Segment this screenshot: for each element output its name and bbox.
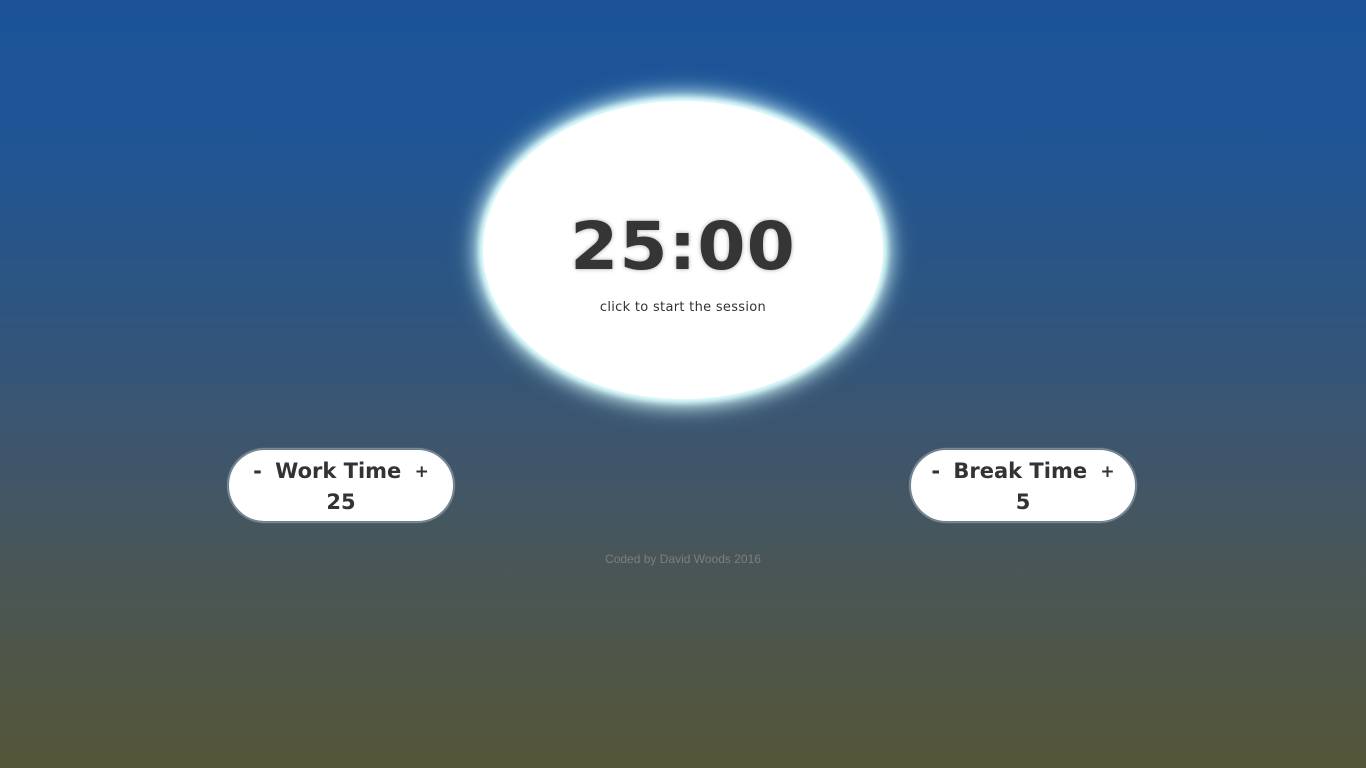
timer-circle[interactable]: 25:00 click to start the session [483, 101, 883, 399]
work-time-row: - Work Time + [229, 456, 453, 487]
timer-display: 25:00 [570, 208, 796, 285]
work-time-increase-button[interactable]: + [413, 457, 431, 487]
start-hint: click to start the session [599, 300, 767, 315]
work-time-value: 25 [326, 490, 356, 514]
footer-credit: Coded by David Woods 2016 [605, 552, 761, 566]
break-time-row: - Break Time + [911, 456, 1135, 487]
break-time-control: - Break Time + 5 [910, 449, 1136, 522]
break-time-increase-button[interactable]: + [1098, 457, 1116, 487]
break-time-label: Break Time [953, 459, 1088, 483]
work-time-decrease-button[interactable]: - [251, 456, 264, 486]
work-time-label: Work Time [275, 459, 402, 483]
break-time-decrease-button[interactable]: - [929, 456, 942, 486]
break-time-value: 5 [1015, 490, 1031, 514]
work-time-control: - Work Time + 25 [228, 449, 454, 522]
